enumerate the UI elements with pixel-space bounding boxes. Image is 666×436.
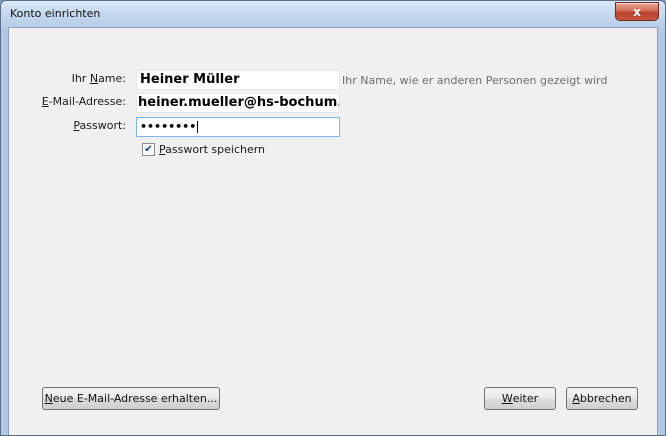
email-field[interactable]: heiner.mueller@hs-bochum.de [136,93,340,113]
dialog-window: Konto einrichten x Ihr Name: Heiner Müll… [0,0,666,436]
new-email-accel: N [44,392,53,405]
next-rest: eiter [512,392,539,405]
password-value: •••••••• [140,120,197,133]
close-button[interactable]: x [615,2,659,21]
password-label-wrap: Passwort: [9,119,126,137]
cancel-accel: A [572,392,580,405]
email-label: E-Mail-Adresse: [42,95,126,108]
email-label-wrap: E-Mail-Adresse: [9,95,126,113]
email-label-accel: E [41,95,49,108]
title-bar[interactable]: Konto einrichten x [1,1,665,27]
cancel-button[interactable]: Abbrechen [566,387,638,410]
name-field[interactable]: Heiner Müller [136,70,340,90]
close-icon: x [633,4,641,19]
next-button[interactable]: Weiter [484,387,556,410]
password-field[interactable]: •••••••• [136,117,340,137]
new-email-button[interactable]: Neue E-Mail-Adresse erhalten... [42,387,220,410]
cancel-rest: bbrechen [579,392,632,405]
name-label-prefix: Ihr [71,72,90,85]
name-label-rest: ame: [98,72,126,85]
remember-label-rest: asswort speichern [165,143,266,156]
password-label: Passwort: [73,119,126,132]
new-email-rest: eue E-Mail-Adresse erhalten... [52,392,218,405]
checkmark-icon: ✔ [144,143,153,155]
window-title: Konto einrichten [10,7,101,20]
remember-password-label[interactable]: Passwort speichern [159,143,265,156]
next-accel: W [501,392,513,405]
name-label-accel: N [89,72,99,85]
remember-password-checkbox[interactable]: ✔ [142,143,155,156]
password-label-rest: asswort: [79,119,126,132]
dialog-content: Ihr Name: Heiner Müller Ihr Name, wie er… [8,27,658,435]
text-caret [197,121,199,133]
email-label-rest: -Mail-Adresse: [48,95,126,108]
name-label-wrap: Ihr Name: [9,72,126,90]
name-label: Ihr Name: [72,72,126,85]
name-hint: Ihr Name, wie er anderen Personen gezeig… [342,74,608,87]
